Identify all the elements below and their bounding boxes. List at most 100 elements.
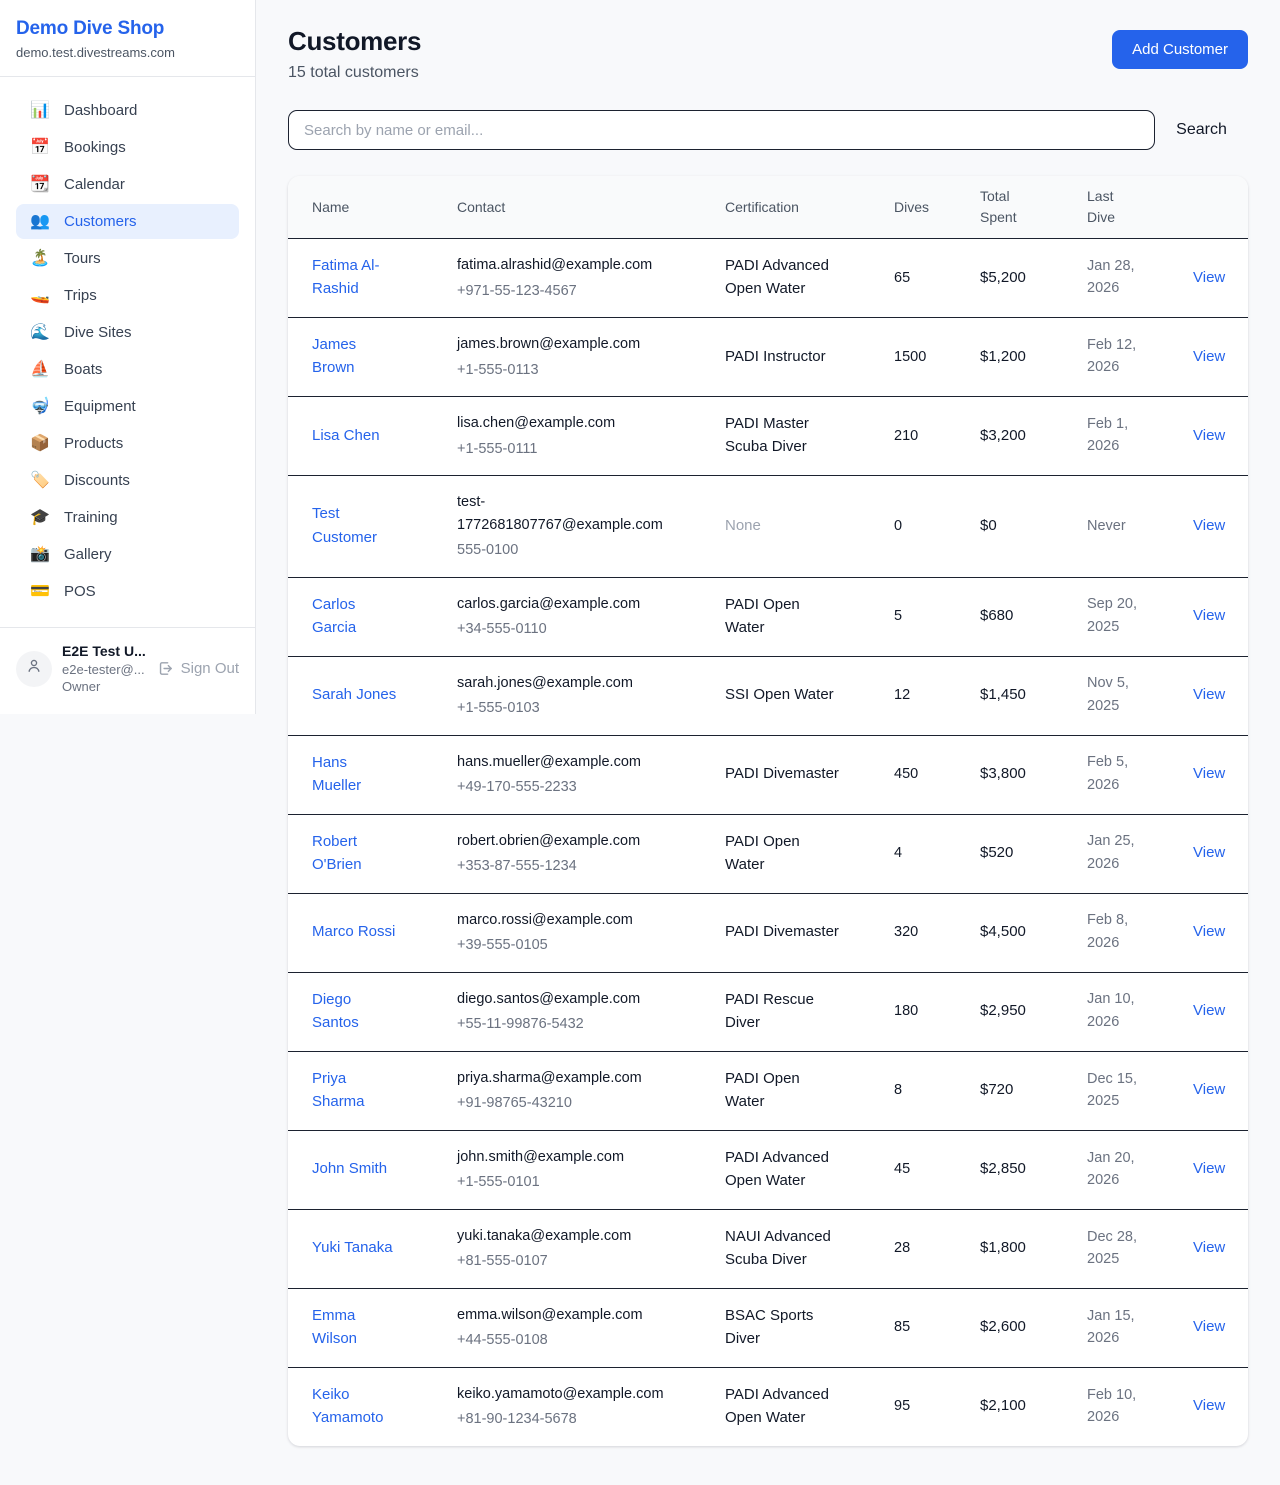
customer-dives: 85 bbox=[894, 1319, 910, 1335]
sidebar-user-section: E2E Test U... e2e-tester@... Owner Sign … bbox=[0, 627, 255, 714]
sidebar-item-label: Calendar bbox=[64, 176, 125, 193]
add-customer-button[interactable]: Add Customer bbox=[1112, 30, 1248, 69]
view-customer-link[interactable]: View bbox=[1193, 1318, 1225, 1335]
view-customer-link[interactable]: View bbox=[1193, 269, 1225, 286]
sidebar-item-products[interactable]: 📦Products bbox=[16, 426, 239, 461]
column-header-dives: Dives bbox=[870, 176, 956, 239]
sidebar-item-bookings[interactable]: 📅Bookings bbox=[16, 130, 239, 165]
sidebar-item-dashboard[interactable]: 📊Dashboard bbox=[16, 93, 239, 128]
search-input[interactable] bbox=[288, 110, 1155, 150]
sidebar-item-dive-sites[interactable]: 🌊Dive Sites bbox=[16, 315, 239, 350]
table-row: Sarah Jones sarah.jones@example.com +1-5… bbox=[288, 656, 1248, 735]
sign-out-button[interactable]: Sign Out bbox=[157, 660, 239, 677]
customer-dives: 180 bbox=[894, 1003, 918, 1019]
customer-total-spent: $3,200 bbox=[980, 427, 1026, 444]
sidebar-item-label: Gallery bbox=[64, 546, 112, 563]
customer-name-link[interactable]: Robert O'Brien bbox=[312, 830, 400, 877]
view-customer-link[interactable]: View bbox=[1193, 844, 1225, 861]
customer-total-spent: $1,800 bbox=[980, 1239, 1026, 1256]
customer-name-link[interactable]: Fatima Al-Rashid bbox=[312, 254, 400, 301]
page-header: Customers 15 total customers Add Custome… bbox=[288, 26, 1248, 82]
customer-name-link[interactable]: Test Customer bbox=[312, 502, 400, 549]
customer-name-link[interactable]: Keiko Yamamoto bbox=[312, 1383, 400, 1430]
sidebar-item-boats[interactable]: ⛵Boats bbox=[16, 352, 239, 387]
sailboat-icon: ⛵ bbox=[30, 362, 50, 378]
customer-certification: PADI Advanced Open Water bbox=[725, 254, 843, 301]
shop-name-link[interactable]: Demo Dive Shop bbox=[16, 18, 239, 40]
people-icon: 👥 bbox=[30, 214, 50, 230]
customer-name-link[interactable]: Sarah Jones bbox=[312, 683, 396, 706]
table-row: Priya Sharma priya.sharma@example.com +9… bbox=[288, 1051, 1248, 1130]
customers-table-card: Name Contact Certification Dives Total S… bbox=[288, 176, 1248, 1446]
customer-phone: +49-170-555-2233 bbox=[457, 776, 667, 798]
customer-email: yuki.tanaka@example.com bbox=[457, 1225, 667, 1247]
sidebar-item-label: POS bbox=[64, 583, 96, 600]
table-row: Fatima Al-Rashid fatima.alrashid@example… bbox=[288, 239, 1248, 318]
sidebar-item-pos[interactable]: 💳POS bbox=[16, 574, 239, 609]
table-row: Keiko Yamamoto keiko.yamamoto@example.co… bbox=[288, 1367, 1248, 1446]
sidebar-item-training[interactable]: 🎓Training bbox=[16, 500, 239, 535]
customer-name-link[interactable]: Emma Wilson bbox=[312, 1304, 400, 1351]
customer-email: priya.sharma@example.com bbox=[457, 1067, 667, 1089]
sidebar-item-tours[interactable]: 🏝️Tours bbox=[16, 241, 239, 276]
view-customer-link[interactable]: View bbox=[1193, 1397, 1225, 1414]
customer-name-link[interactable]: Diego Santos bbox=[312, 988, 400, 1035]
customer-name-link[interactable]: Hans Mueller bbox=[312, 751, 400, 798]
user-role: Owner bbox=[62, 678, 146, 696]
customer-name-link[interactable]: John Smith bbox=[312, 1157, 387, 1180]
view-customer-link[interactable]: View bbox=[1193, 517, 1225, 534]
customer-phone: +353-87-555-1234 bbox=[457, 855, 667, 877]
customer-total-spent: $2,950 bbox=[980, 1002, 1026, 1019]
customer-certification: PADI Open Water bbox=[725, 1067, 843, 1114]
customer-certification: SSI Open Water bbox=[725, 683, 834, 706]
column-header-name: Name bbox=[288, 176, 433, 239]
sidebar-item-calendar[interactable]: 📆Calendar bbox=[16, 167, 239, 202]
customer-certification: PADI Instructor bbox=[725, 345, 826, 368]
view-customer-link[interactable]: View bbox=[1193, 607, 1225, 624]
table-row: Test Customer test-1772681807767@example… bbox=[288, 476, 1248, 577]
customer-dives: 8 bbox=[894, 1082, 902, 1098]
customer-last-dive: Sep 20, 2025 bbox=[1087, 593, 1157, 638]
customer-name-link[interactable]: Lisa Chen bbox=[312, 424, 380, 447]
sidebar-item-discounts[interactable]: 🏷️Discounts bbox=[16, 463, 239, 498]
customer-name-link[interactable]: Priya Sharma bbox=[312, 1067, 400, 1114]
view-customer-link[interactable]: View bbox=[1193, 427, 1225, 444]
customer-email: marco.rossi@example.com bbox=[457, 909, 667, 931]
view-customer-link[interactable]: View bbox=[1193, 765, 1225, 782]
customer-last-dive: Jan 15, 2026 bbox=[1087, 1305, 1157, 1350]
customer-certification: PADI Rescue Diver bbox=[725, 988, 843, 1035]
view-customer-link[interactable]: View bbox=[1193, 923, 1225, 940]
customer-name-link[interactable]: Carlos Garcia bbox=[312, 593, 400, 640]
page-title: Customers bbox=[288, 26, 421, 57]
customer-total-spent: $2,100 bbox=[980, 1397, 1026, 1414]
customer-total-spent: $5,200 bbox=[980, 269, 1026, 286]
view-customer-link[interactable]: View bbox=[1193, 686, 1225, 703]
view-customer-link[interactable]: View bbox=[1193, 348, 1225, 365]
customer-phone: +1-555-0101 bbox=[457, 1171, 667, 1193]
customer-email: emma.wilson@example.com bbox=[457, 1304, 667, 1326]
customer-certification: None bbox=[725, 514, 761, 537]
table-row: Hans Mueller hans.mueller@example.com +4… bbox=[288, 735, 1248, 814]
customer-last-dive: Feb 12, 2026 bbox=[1087, 334, 1157, 379]
camera-icon: 📸 bbox=[30, 547, 50, 563]
customer-name-link[interactable]: Marco Rossi bbox=[312, 920, 395, 943]
sidebar-header: Demo Dive Shop demo.test.divestreams.com bbox=[0, 0, 255, 77]
customer-last-dive: Jan 25, 2026 bbox=[1087, 830, 1157, 875]
customer-name-link[interactable]: James Brown bbox=[312, 333, 400, 380]
search-button[interactable]: Search bbox=[1155, 121, 1248, 139]
view-customer-link[interactable]: View bbox=[1193, 1002, 1225, 1019]
customer-phone: +44-555-0108 bbox=[457, 1329, 667, 1351]
table-row: Robert O'Brien robert.obrien@example.com… bbox=[288, 814, 1248, 893]
customer-name-link[interactable]: Yuki Tanaka bbox=[312, 1236, 393, 1259]
view-customer-link[interactable]: View bbox=[1193, 1081, 1225, 1098]
view-customer-link[interactable]: View bbox=[1193, 1239, 1225, 1256]
sidebar-item-trips[interactable]: 🚤Trips bbox=[16, 278, 239, 313]
sidebar-item-gallery[interactable]: 📸 Gallery bbox=[16, 537, 239, 572]
customer-email: john.smith@example.com bbox=[457, 1146, 667, 1168]
customer-dives: 5 bbox=[894, 608, 902, 624]
column-header-actions bbox=[1169, 176, 1248, 239]
sidebar-item-customers[interactable]: 👥Customers bbox=[16, 204, 239, 239]
customer-last-dive: Jan 20, 2026 bbox=[1087, 1147, 1157, 1192]
sidebar-item-equipment[interactable]: 🤿Equipment bbox=[16, 389, 239, 424]
view-customer-link[interactable]: View bbox=[1193, 1160, 1225, 1177]
